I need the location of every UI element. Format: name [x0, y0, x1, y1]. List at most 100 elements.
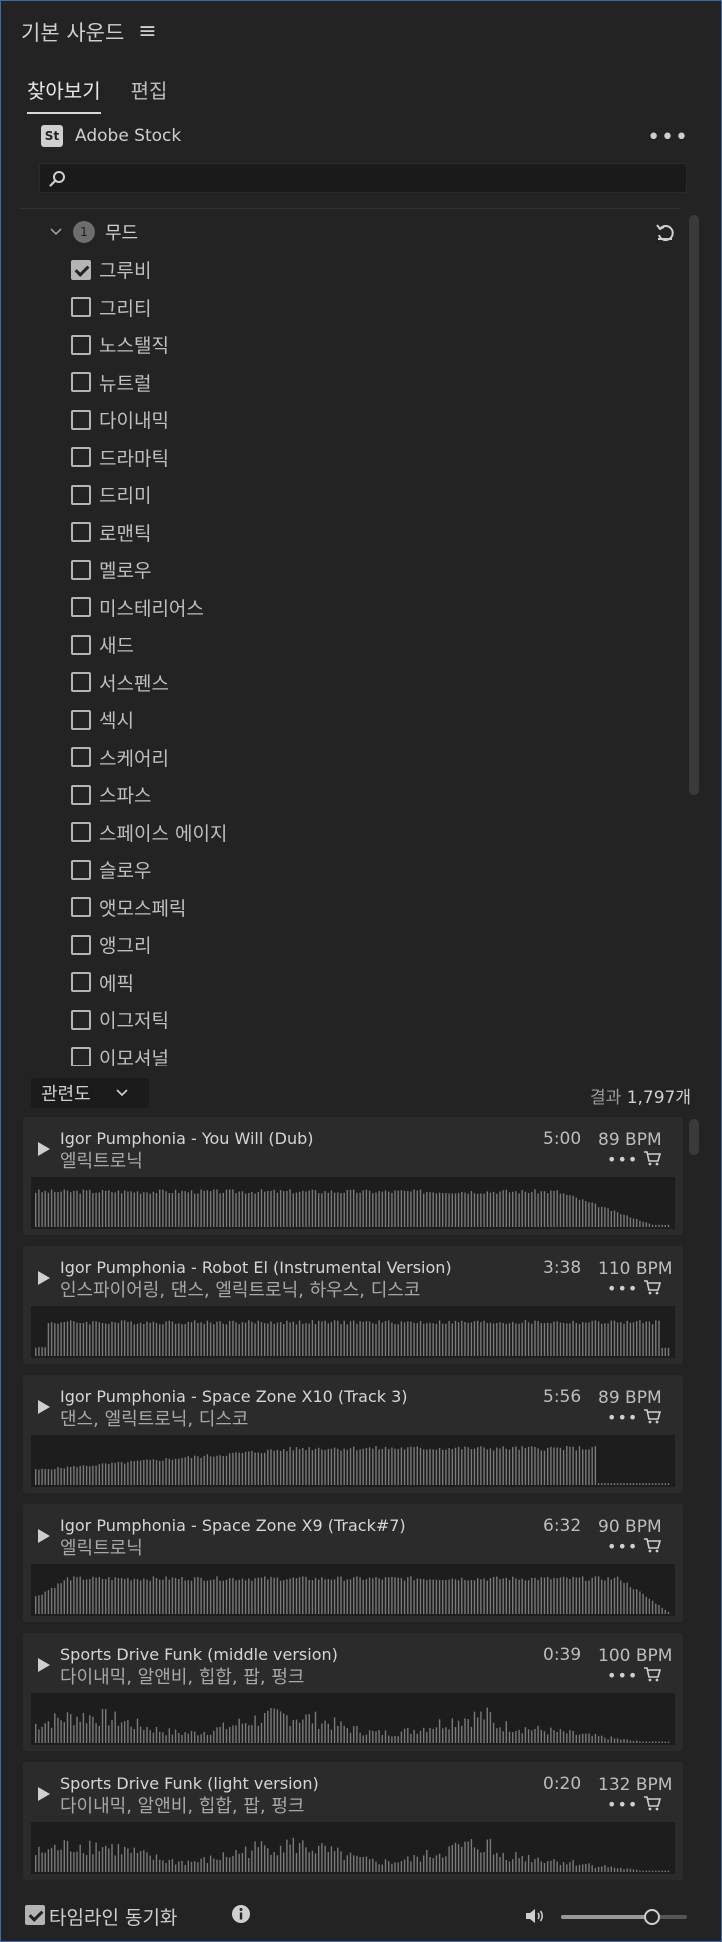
mood-filter-section: 1 무드 그루비 그리티 노스탤직 뉴트럴 다이내믹드라마틱드리미로맨틱멜로우미스테리어… [21, 211, 687, 1066]
mood-option[interactable]: 다이내믹 [71, 401, 227, 439]
mood-option[interactable]: 멜로우 [71, 551, 227, 589]
mood-option[interactable]: 에픽 [71, 964, 227, 1002]
mood-option[interactable]: 슬로우 [71, 851, 227, 889]
mood-checkbox[interactable] [71, 409, 91, 430]
volume-knob[interactable] [643, 1909, 660, 1925]
search-box[interactable] [39, 163, 687, 193]
play-icon[interactable] [37, 1786, 51, 1802]
tab-browse[interactable]: 찾아보기 [27, 75, 101, 114]
mood-checkbox[interactable] [71, 972, 91, 993]
mood-option[interactable]: 드리미 [71, 476, 227, 514]
track-more-icon[interactable]: ••• [607, 1666, 638, 1685]
mood-label: 로맨틱 [99, 522, 152, 545]
mood-checkbox[interactable] [71, 559, 91, 580]
mood-option[interactable]: 스파스 [71, 776, 227, 814]
mood-option[interactable]: 그루비 [71, 251, 227, 289]
cart-icon[interactable] [643, 1279, 661, 1295]
info-icon[interactable] [231, 1904, 251, 1924]
mood-checkbox[interactable] [71, 784, 91, 805]
cart-icon[interactable] [643, 1408, 661, 1424]
waveform[interactable] [31, 1306, 675, 1358]
mood-checkbox[interactable] [71, 672, 91, 693]
mood-checkbox[interactable] [71, 634, 91, 655]
timeline-sync-checkbox[interactable] [25, 1905, 45, 1925]
mood-label: 드라마틱 [99, 447, 169, 470]
mood-checkbox[interactable] [71, 859, 91, 880]
track-genre: 다이내믹, 알앤비, 힙합, 팝, 펑크 [60, 1667, 305, 1688]
cart-icon[interactable] [643, 1537, 661, 1553]
mood-option[interactable]: 미스테리어스 [71, 589, 227, 627]
reset-icon[interactable] [654, 221, 676, 243]
mood-checkbox[interactable] [71, 597, 91, 618]
waveform[interactable] [31, 1435, 675, 1487]
filter-scrollbar[interactable] [689, 215, 699, 795]
waveform[interactable] [31, 1822, 675, 1874]
mood-checkbox[interactable] [71, 822, 91, 843]
track-card[interactable]: Igor Pumphonia - You Will (Dub) 엘릭트로닉 5:00… [23, 1117, 683, 1235]
mood-option[interactable]: 스케어리 [71, 739, 227, 777]
mood-checkbox[interactable] [71, 1047, 91, 1066]
mood-option[interactable]: 그리티 [71, 289, 227, 327]
mood-option[interactable]: 스페이스 에이지 [71, 814, 227, 852]
waveform[interactable] [31, 1177, 675, 1229]
track-more-icon[interactable]: ••• [607, 1150, 638, 1169]
mood-option[interactable]: 로맨틱 [71, 514, 227, 552]
play-icon[interactable] [37, 1657, 51, 1673]
track-card[interactable]: Igor Pumphonia - Space Zone X9 (Track#7)… [23, 1504, 683, 1622]
tab-edit[interactable]: 편집 [131, 75, 168, 114]
track-more-icon[interactable]: ••• [607, 1279, 638, 1298]
track-duration: 0:20 [543, 1774, 582, 1794]
cart-icon[interactable] [643, 1666, 661, 1682]
volume-slider[interactable] [561, 1909, 687, 1925]
mood-checkbox[interactable] [71, 934, 91, 955]
search-input[interactable] [74, 164, 674, 192]
play-icon[interactable] [37, 1141, 51, 1157]
track-more-icon[interactable]: ••• [607, 1408, 638, 1427]
mood-label: 서스펜스 [99, 672, 169, 695]
mood-checkbox[interactable] [71, 747, 91, 768]
mood-option[interactable]: 뉴트럴 [71, 364, 227, 402]
mood-option[interactable]: 노스탤직 [71, 326, 227, 364]
waveform[interactable] [31, 1693, 675, 1745]
mood-option[interactable]: 이모셔널 [71, 1039, 227, 1066]
track-more-icon[interactable]: ••• [607, 1795, 638, 1814]
mood-checkbox[interactable] [71, 709, 91, 730]
mood-checkbox[interactable] [71, 372, 91, 393]
track-genre: 댄스, 엘릭트로닉, 디스코 [60, 1409, 249, 1430]
mood-option[interactable]: 새드 [71, 626, 227, 664]
track-card[interactable]: Sports Drive Funk (middle version) 다이내믹, … [23, 1633, 683, 1751]
hamburger-menu-icon[interactable]: ≡ [138, 21, 156, 43]
tracks-scrollbar[interactable] [689, 1119, 699, 1155]
track-card[interactable]: Sports Drive Funk (light version) 다이내믹, 알… [23, 1762, 683, 1880]
track-bpm: 132 BPM [598, 1775, 673, 1795]
mood-option[interactable]: 앳모스페릭 [71, 889, 227, 927]
mood-option[interactable]: 앵그리 [71, 926, 227, 964]
mood-option[interactable]: 드라마틱 [71, 439, 227, 477]
waveform[interactable] [31, 1564, 675, 1616]
mood-checkbox[interactable] [71, 447, 91, 468]
mood-checkbox[interactable] [71, 297, 91, 318]
mood-option[interactable]: 섹시 [71, 701, 227, 739]
mood-checkbox[interactable] [71, 259, 91, 280]
play-icon[interactable] [37, 1528, 51, 1544]
mood-checkbox[interactable] [71, 334, 91, 355]
chevron-down-icon[interactable] [49, 225, 63, 239]
mood-filter-header[interactable]: 1 무드 [49, 219, 138, 245]
mood-label: 멜로우 [99, 560, 152, 583]
mood-checkbox[interactable] [71, 1009, 91, 1030]
track-more-icon[interactable]: ••• [607, 1537, 638, 1556]
cart-icon[interactable] [643, 1795, 661, 1811]
sort-dropdown[interactable]: 관련도 [31, 1078, 149, 1108]
track-card[interactable]: Igor Pumphonia - Space Zone X10 (Track 3… [23, 1375, 683, 1493]
mood-checkbox[interactable] [71, 897, 91, 918]
mood-checkbox[interactable] [71, 484, 91, 505]
play-icon[interactable] [37, 1399, 51, 1415]
mood-checkbox[interactable] [71, 522, 91, 543]
track-card[interactable]: Igor Pumphonia - Robot El (Instrumental … [23, 1246, 683, 1364]
play-icon[interactable] [37, 1270, 51, 1286]
volume-icon[interactable] [525, 1907, 545, 1925]
mood-option[interactable]: 이그저틱 [71, 1001, 227, 1039]
stock-more-icon[interactable]: ••• [647, 127, 689, 149]
mood-option[interactable]: 서스펜스 [71, 664, 227, 702]
cart-icon[interactable] [643, 1150, 661, 1166]
